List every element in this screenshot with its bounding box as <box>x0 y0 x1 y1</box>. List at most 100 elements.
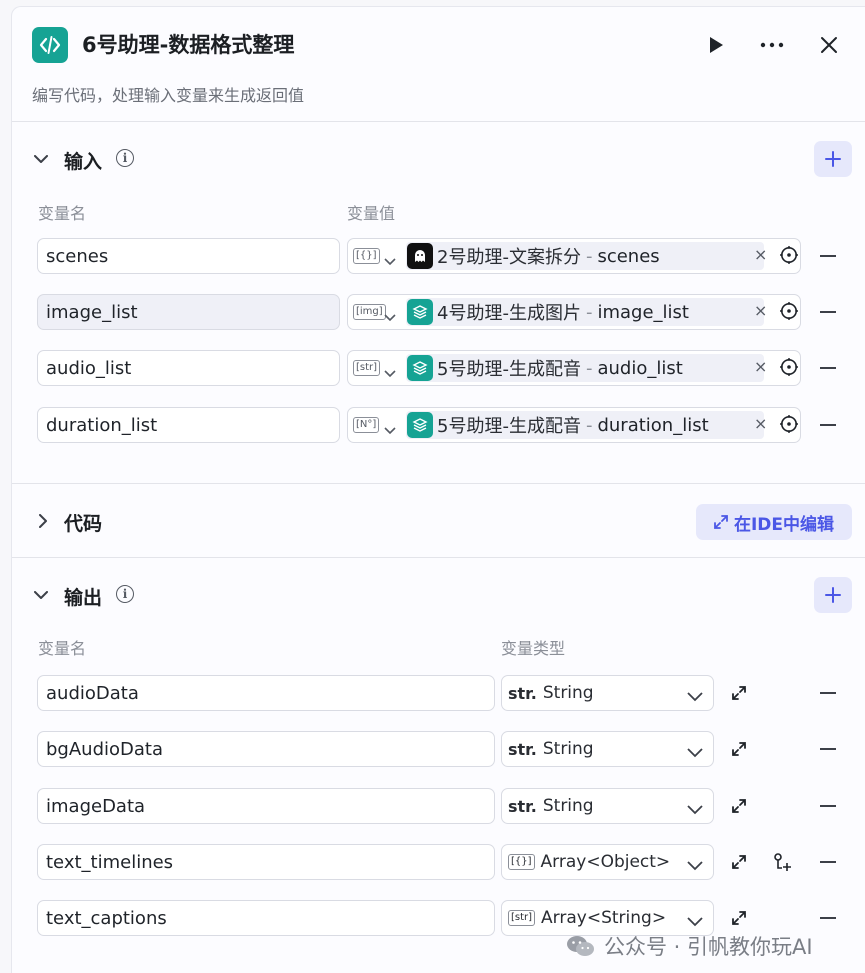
remove-input-button[interactable] <box>820 424 836 426</box>
output-type-select[interactable]: str. String <box>501 675 714 711</box>
input-section-title: 输入 <box>64 151 103 173</box>
divider <box>12 483 865 484</box>
node-description[interactable]: 编写代码，处理输入变量来生成返回值 <box>32 82 304 106</box>
target-icon[interactable] <box>780 415 798 433</box>
clear-ref-icon[interactable]: × <box>754 414 767 433</box>
type-chip[interactable]: [img] <box>353 304 386 320</box>
ref-separator: - <box>585 414 593 436</box>
type-tag: str. <box>508 796 537 816</box>
type-value: String <box>542 683 594 703</box>
node-title[interactable]: 6号助理-数据格式整理 <box>82 29 294 59</box>
remove-output-button[interactable] <box>820 917 836 919</box>
output-name-field[interactable]: bgAudioData <box>37 731 495 767</box>
expand-icon[interactable] <box>729 796 749 816</box>
layers-icon <box>407 355 433 381</box>
remove-input-button[interactable] <box>820 367 836 369</box>
type-value: String <box>542 739 594 759</box>
edit-in-ide-button[interactable]: 在IDE中编辑 <box>696 504 852 540</box>
input-value-ref[interactable]: [img] 4号助理-生成图片 - image_list × <box>347 294 801 330</box>
ref-var-name: audio_list <box>597 357 683 379</box>
output-name-field[interactable]: imageData <box>37 788 495 824</box>
chevron-down-icon <box>687 687 703 707</box>
output-type-select[interactable]: str. String <box>501 788 714 824</box>
input-name-field[interactable]: audio_list <box>37 350 340 386</box>
chevron-down-icon[interactable] <box>32 150 50 168</box>
clear-ref-icon[interactable]: × <box>754 301 767 320</box>
watermark-text: 公众号 · 引帆教你玩AI <box>604 935 813 959</box>
remove-output-button[interactable] <box>820 861 836 863</box>
output-name-field[interactable]: text_timelines <box>37 844 495 880</box>
col-var-name: 变量名 <box>38 204 87 223</box>
chevron-down-icon[interactable] <box>384 420 396 439</box>
ref-separator: - <box>585 301 593 323</box>
chevron-down-icon[interactable] <box>384 251 396 270</box>
add-child-icon[interactable] <box>772 852 792 872</box>
chevron-down-icon <box>687 856 703 876</box>
clear-ref-icon[interactable]: × <box>754 357 767 376</box>
watermark: 公众号 · 引帆教你玩AI <box>566 931 813 961</box>
type-chip[interactable]: [str] <box>353 360 381 376</box>
ref-tag: 4号助理-生成图片 - image_list <box>406 298 764 326</box>
type-tag: str. <box>508 683 537 703</box>
input-value-ref[interactable]: [N°] 5号助理-生成配音 - duration_list × <box>347 407 801 443</box>
expand-icon[interactable] <box>729 739 749 759</box>
divider <box>12 557 865 558</box>
input-name-field[interactable]: image_list <box>37 294 340 330</box>
col-var-type: 变量类型 <box>501 639 566 658</box>
target-icon[interactable] <box>780 358 798 376</box>
divider <box>12 121 865 122</box>
info-icon[interactable]: i <box>116 149 134 167</box>
ref-separator: - <box>585 245 593 267</box>
type-value: String <box>542 796 594 816</box>
chevron-down-icon[interactable] <box>384 307 396 326</box>
type-tag: [str] <box>508 910 536 926</box>
target-icon[interactable] <box>780 246 798 264</box>
add-output-button[interactable] <box>814 577 852 613</box>
expand-icon[interactable] <box>729 683 749 703</box>
edit-in-ide-label: 在IDE中编辑 <box>733 514 835 535</box>
remove-input-button[interactable] <box>820 255 836 257</box>
ref-separator: - <box>585 357 593 379</box>
ref-node-name: 5号助理-生成配音 <box>437 416 581 437</box>
remove-output-button[interactable] <box>820 805 836 807</box>
ref-node-name: 4号助理-生成图片 <box>437 303 581 324</box>
info-icon[interactable]: i <box>116 585 134 603</box>
code-section-title[interactable]: 代码 <box>64 509 102 536</box>
type-value: Array<String> <box>541 908 667 928</box>
type-chip[interactable]: [{}] <box>353 248 380 264</box>
output-type-select[interactable]: str. String <box>501 731 714 767</box>
chevron-right-icon[interactable] <box>34 512 52 530</box>
play-icon[interactable] <box>700 29 732 61</box>
type-chip[interactable]: [N°] <box>353 417 380 433</box>
chevron-down-icon[interactable] <box>384 363 396 382</box>
col-var-name: 变量名 <box>38 639 87 658</box>
close-icon[interactable] <box>813 29 845 61</box>
input-name-field[interactable]: duration_list <box>37 407 340 443</box>
type-value: Array<Object> <box>540 852 671 872</box>
input-value-ref[interactable]: [str] 5号助理-生成配音 - audio_list × <box>347 350 801 386</box>
output-name-field[interactable]: text_captions <box>37 900 495 936</box>
chevron-down-icon[interactable] <box>32 586 50 604</box>
ref-node-name: 5号助理-生成配音 <box>437 359 581 380</box>
code-icon <box>32 27 68 63</box>
output-name-field[interactable]: audioData <box>37 675 495 711</box>
remove-input-button[interactable] <box>820 311 836 313</box>
clear-ref-icon[interactable]: × <box>754 245 767 264</box>
remove-output-button[interactable] <box>820 692 836 694</box>
target-icon[interactable] <box>780 302 798 320</box>
more-icon[interactable] <box>756 29 788 61</box>
ref-var-name: scenes <box>597 245 660 267</box>
input-name-field[interactable]: scenes <box>37 238 340 274</box>
type-tag: str. <box>508 739 537 759</box>
remove-output-button[interactable] <box>820 748 836 750</box>
ref-tag: 5号助理-生成配音 - audio_list <box>406 354 764 382</box>
layers-icon <box>407 299 433 325</box>
add-input-button[interactable] <box>814 141 852 177</box>
expand-icon[interactable] <box>729 852 749 872</box>
output-type-select[interactable]: [{}] Array<Object> <box>501 844 714 880</box>
chevron-down-icon <box>687 912 703 932</box>
output-section-title: 输出 <box>64 587 103 609</box>
ref-tag: 2号助理-文案拆分 - scenes <box>406 242 764 270</box>
expand-icon[interactable] <box>729 908 749 928</box>
input-value-ref[interactable]: [{}] 2号助理-文案拆分 - scenes × <box>347 238 801 274</box>
